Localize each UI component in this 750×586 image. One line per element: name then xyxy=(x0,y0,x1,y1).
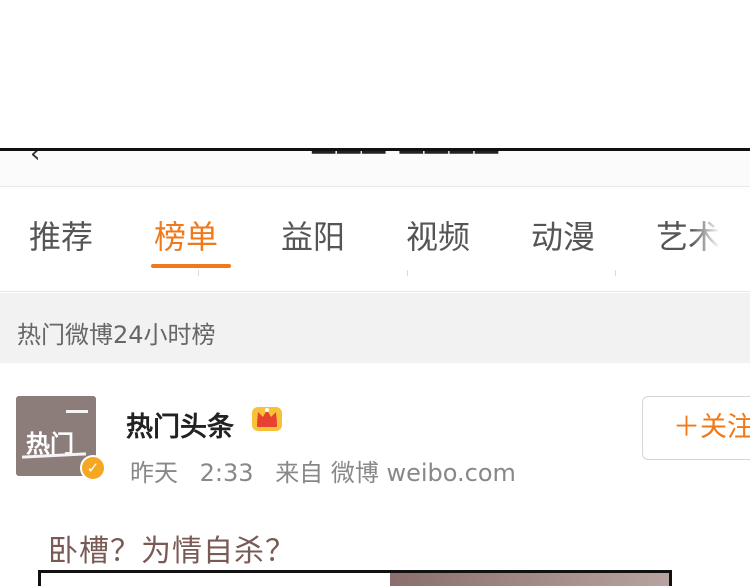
post-image-fill xyxy=(390,573,669,586)
tab-ranking[interactable]: 榜单 xyxy=(154,212,218,258)
author-name[interactable]: 热门头条 xyxy=(126,405,234,444)
tab-yiyang[interactable]: 益阳 xyxy=(281,212,345,258)
tab-separator xyxy=(407,270,408,276)
back-arrow-icon[interactable]: ‹ xyxy=(30,151,40,169)
cropped-title-glyphs: ▀▀▀ ▀▀▀▀ xyxy=(312,151,500,172)
tab-recommend[interactable]: 推荐 xyxy=(29,212,93,258)
avatar-decoration xyxy=(66,410,88,413)
crown-member-icon xyxy=(252,407,282,431)
cropped-title-bar: ‹ ▀▀▀ ▀▀▀▀ xyxy=(0,151,750,187)
tab-separator xyxy=(615,270,616,276)
weibo-post-card[interactable]: 热门 ✓ 热门头条 昨天 2:33 来自 微博 weibo.com ＋关注 卧槽… xyxy=(0,363,750,586)
active-tab-indicator xyxy=(151,264,231,268)
post-day: 昨天 xyxy=(130,459,178,487)
post-text: 卧槽？为情自杀？ xyxy=(48,534,296,569)
tab-anime[interactable]: 动漫 xyxy=(531,212,595,258)
tab-video[interactable]: 视频 xyxy=(406,212,470,258)
channel-tabs: 推荐 榜单 益阳 视频 动漫 艺术 xyxy=(0,188,750,292)
section-header: 热门微博24小时榜 xyxy=(0,293,750,363)
post-source: 来自 微博 weibo.com xyxy=(275,459,516,487)
post-time: 2:33 xyxy=(199,459,254,487)
section-title: 热门微博24小时榜 xyxy=(17,321,216,349)
blank-top-area xyxy=(0,0,750,148)
verified-badge-icon: ✓ xyxy=(80,455,106,481)
tab-separator xyxy=(198,270,199,276)
post-image-preview[interactable] xyxy=(38,570,672,586)
post-meta: 昨天 2:33 来自 微博 weibo.com xyxy=(130,453,530,488)
tab-art[interactable]: 艺术 xyxy=(656,212,720,258)
follow-button[interactable]: ＋关注 xyxy=(642,396,750,460)
